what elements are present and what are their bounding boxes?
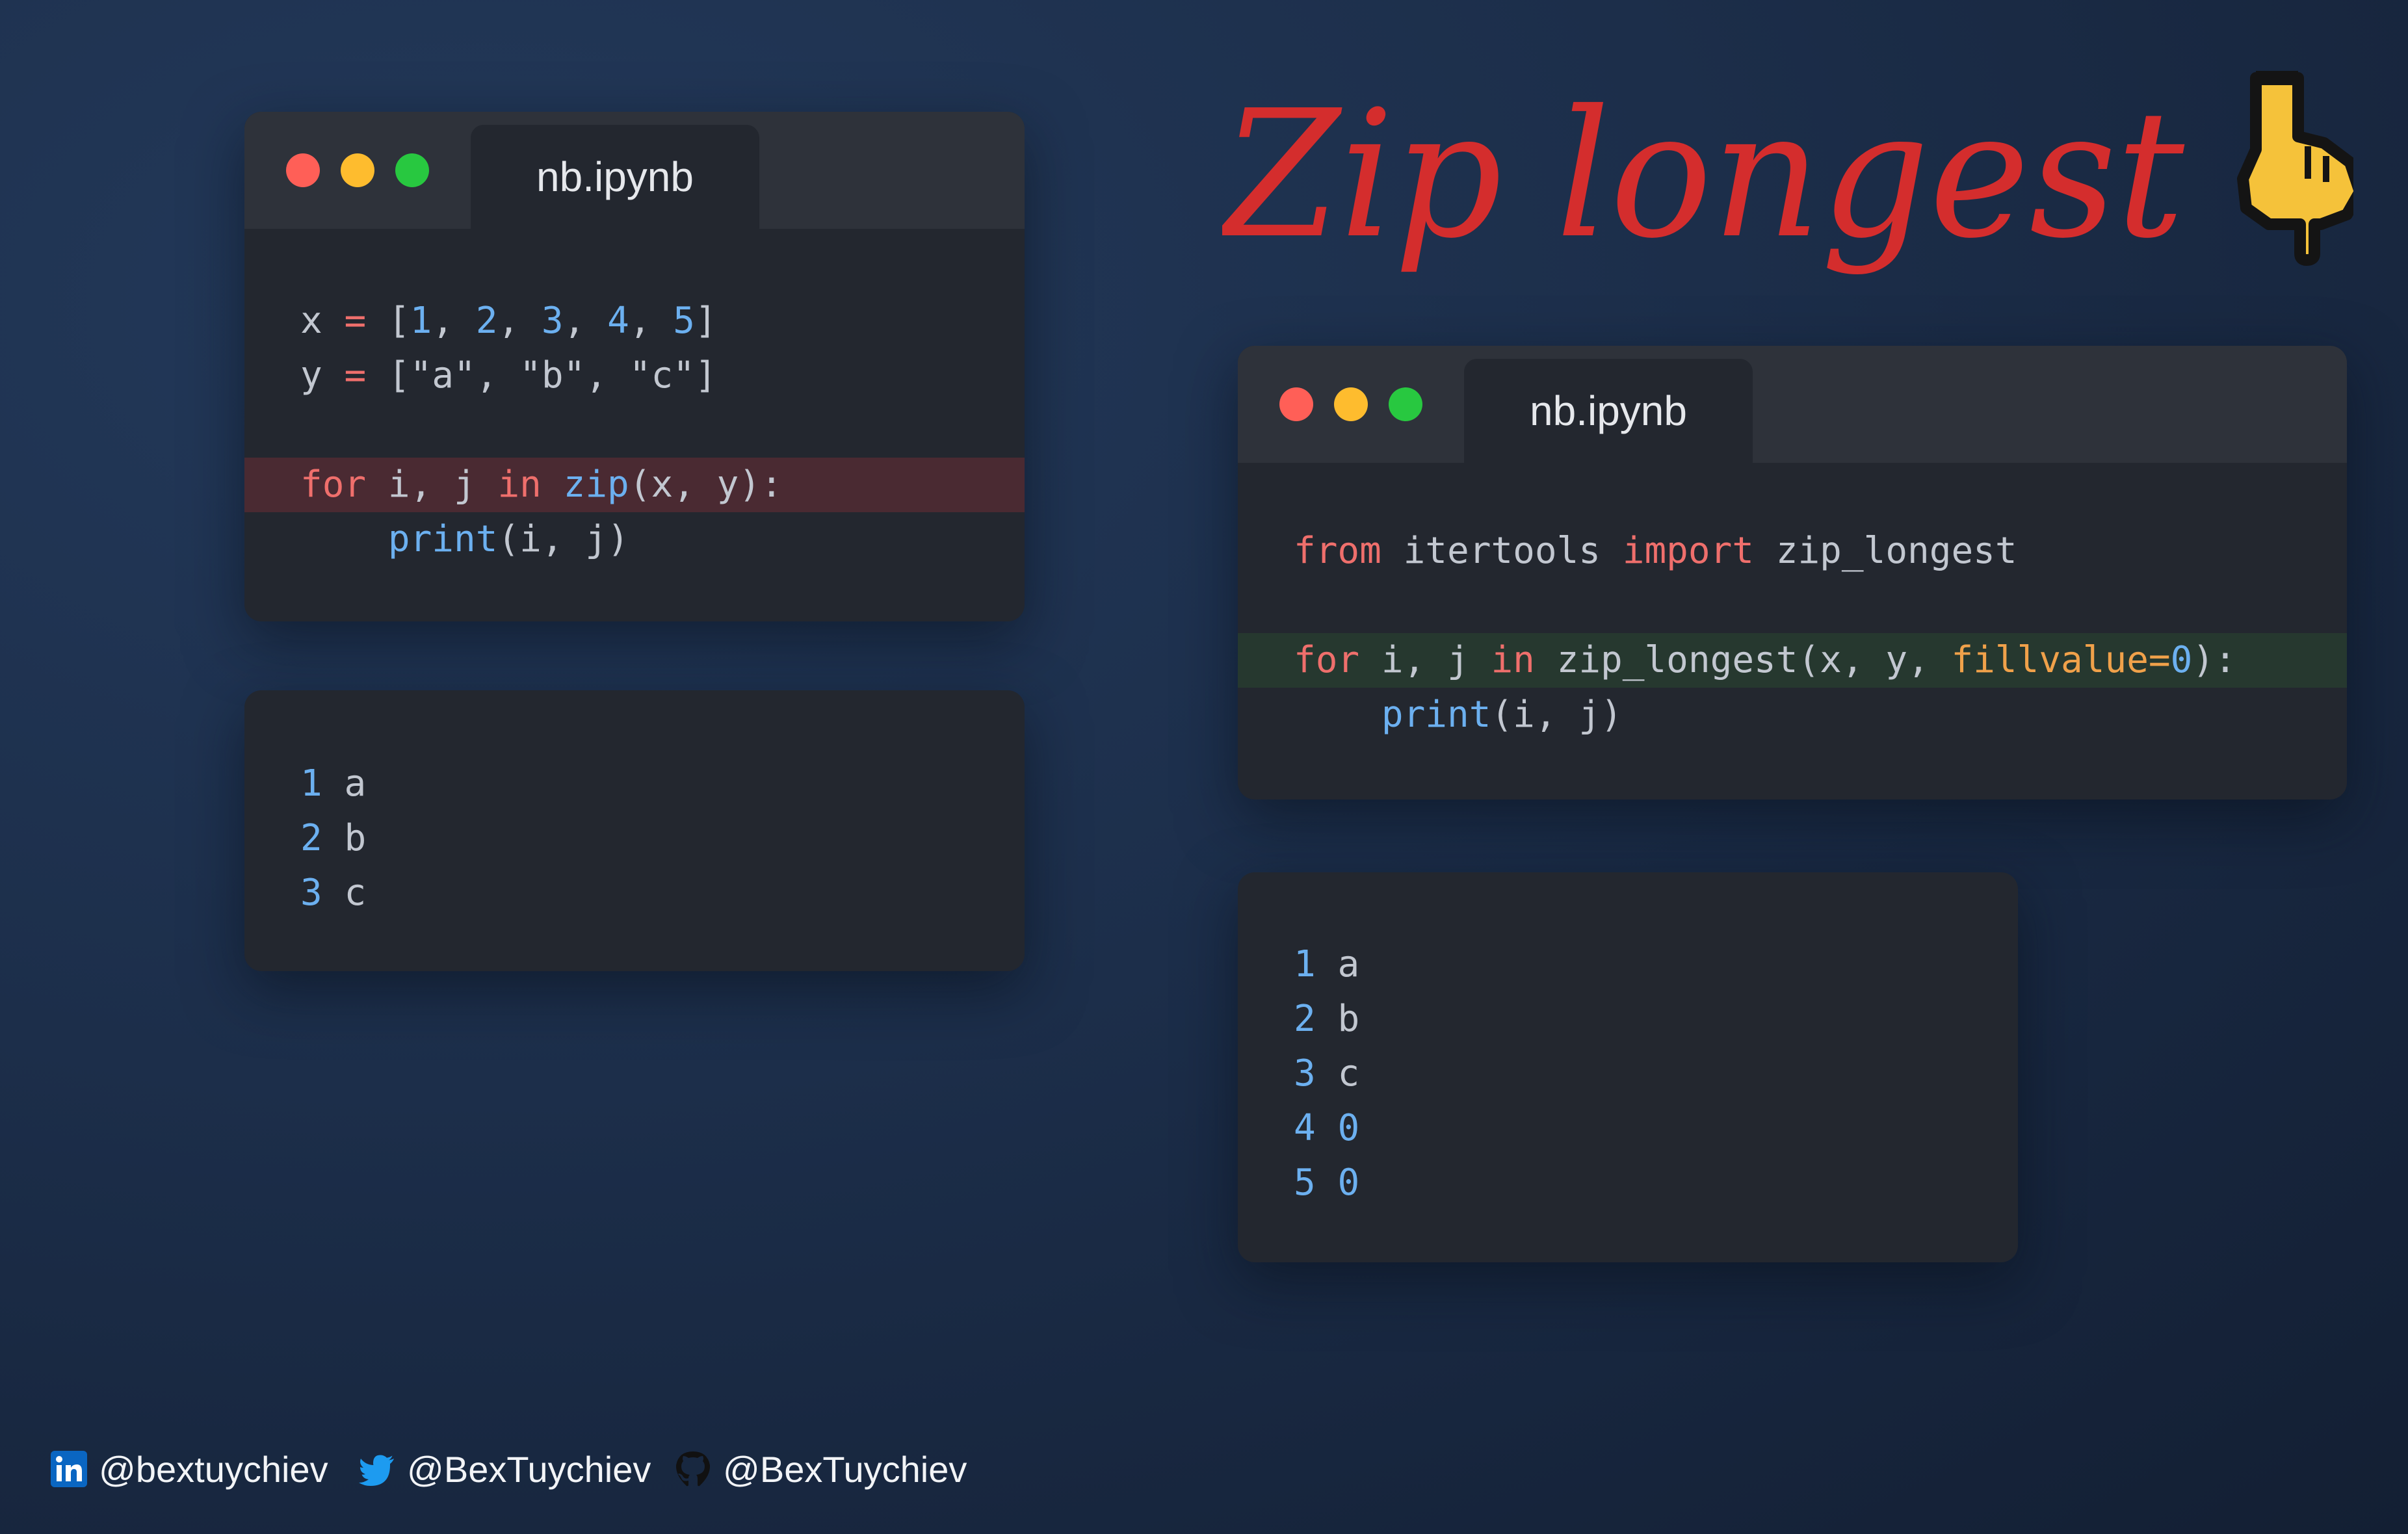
code-token: =: [344, 354, 388, 396]
minimize-window-button[interactable]: [1334, 387, 1368, 421]
output-line: 4 0: [1238, 1101, 2018, 1156]
code-token: 3: [541, 300, 564, 342]
left-output-panel: 1 a2 b3 c: [244, 690, 1025, 971]
github-icon: [675, 1451, 711, 1487]
code-token: (i, j): [1491, 694, 1623, 736]
code-token: i, j: [1359, 639, 1491, 681]
code-token: in: [1491, 639, 1535, 681]
output-value: 0: [1337, 1107, 1360, 1149]
footer-linkedin[interactable]: @bextuychiev: [49, 1442, 328, 1496]
right-code-editor: nb.ipynb from itertools import zip_longe…: [1238, 346, 2347, 800]
code-token: import: [1622, 530, 1755, 572]
github-handle: @BexTuychiev: [723, 1448, 967, 1490]
code-token: 0: [2170, 639, 2193, 681]
linkedin-handle: @bextuychiev: [99, 1448, 328, 1490]
output-index: 2: [1294, 998, 1316, 1040]
footer-twitter[interactable]: @BexTuychiev: [358, 1442, 651, 1496]
output-index: 1: [1294, 943, 1316, 985]
code-token: in: [497, 463, 542, 506]
code-token: 1: [410, 300, 432, 342]
output-value: b: [344, 817, 367, 859]
code-token: from: [1294, 530, 1381, 572]
code-line: x = [1, 2, 3, 4, 5]: [244, 294, 1025, 348]
code-token: 4: [607, 300, 629, 342]
output-line: 2 b: [244, 811, 1025, 866]
output-line: 1 a: [244, 757, 1025, 811]
code-token: zip_longest: [1754, 530, 2017, 572]
code-line: from itertools import zip_longest: [1238, 524, 2347, 578]
code-token: ["a", "b", "c"]: [387, 354, 717, 396]
output-value: 0: [1337, 1162, 1360, 1204]
output-index: 3: [1294, 1052, 1316, 1095]
pointing-down-hand-icon: [2237, 71, 2353, 266]
code-token: y: [300, 354, 345, 396]
code-token: (x, y):: [629, 463, 783, 506]
output-value: b: [1337, 998, 1360, 1040]
code-token: ,: [563, 300, 608, 342]
minimize-window-button[interactable]: [341, 153, 374, 187]
left-code-editor: nb.ipynb x = [1, 2, 3, 4, 5] y = ["a", "b…: [244, 112, 1025, 621]
output-line: 1 a: [1238, 937, 2018, 992]
code-token: ,: [497, 300, 542, 342]
page-title: Zip longest: [1222, 72, 2185, 277]
twitter-icon: [359, 1455, 394, 1486]
output-line: 3 c: [244, 866, 1025, 920]
code-token: print: [387, 518, 498, 560]
linkedin-icon: [51, 1451, 87, 1487]
output-index: 1: [300, 762, 322, 805]
code-token: for: [1294, 639, 1360, 681]
code-token: ,: [629, 300, 674, 342]
code-token: zip_longest(x, y,: [1534, 639, 1952, 681]
code-token: fillvalue=: [1951, 639, 2171, 681]
output-value: a: [1337, 943, 1360, 985]
twitter-handle: @BexTuychiev: [407, 1448, 651, 1490]
output-value: a: [344, 762, 367, 805]
output-line: 2 b: [1238, 992, 2018, 1046]
maximize-window-button[interactable]: [395, 153, 429, 187]
code-token: ,: [432, 300, 476, 342]
output-line: 5 0: [1238, 1156, 2018, 1210]
output-line: 3 c: [1238, 1046, 2018, 1101]
output-index: 4: [1294, 1107, 1316, 1149]
maximize-window-button[interactable]: [1389, 387, 1422, 421]
footer-github[interactable]: @BexTuychiev: [674, 1442, 967, 1496]
close-window-button[interactable]: [1279, 387, 1313, 421]
code-token: =: [344, 300, 388, 342]
code-token: 5: [673, 300, 695, 342]
title-graphic: Zip longest: [1222, 71, 2353, 277]
code-token: ]: [694, 300, 717, 342]
code-line: for i, j in zip_longest(x, y, fillvalue=…: [1238, 633, 2347, 688]
output-value: c: [1337, 1052, 1360, 1095]
code-line: for i, j in zip(x, y):: [244, 458, 1025, 512]
code-token: 2: [475, 300, 498, 342]
left-editor-tab[interactable]: nb.ipynb: [471, 125, 759, 229]
right-output-panel: 1 a2 b3 c4 05 0: [1238, 872, 2018, 1262]
output-index: 2: [300, 817, 322, 859]
left-editor-titlebar: nb.ipynb: [244, 112, 1025, 229]
code-token: x: [300, 300, 345, 342]
code-token: [: [387, 300, 410, 342]
right-editor-tab[interactable]: nb.ipynb: [1464, 359, 1753, 463]
code-line: print(i, j): [244, 512, 1025, 567]
code-line: print(i, j): [1238, 688, 2347, 742]
code-token: print: [1381, 694, 1491, 736]
close-window-button[interactable]: [286, 153, 320, 187]
output-value: c: [344, 872, 367, 914]
right-editor-titlebar: nb.ipynb: [1238, 346, 2347, 463]
code-token: ):: [2192, 639, 2236, 681]
code-token: (i, j): [497, 518, 629, 560]
code-token: for: [300, 463, 367, 506]
code-token: i, j: [366, 463, 498, 506]
output-index: 3: [300, 872, 322, 914]
code-line: y = ["a", "b", "c"]: [244, 348, 1025, 403]
code-token: itertools: [1381, 530, 1623, 572]
output-index: 5: [1294, 1162, 1316, 1204]
code-token: zip: [563, 463, 629, 506]
